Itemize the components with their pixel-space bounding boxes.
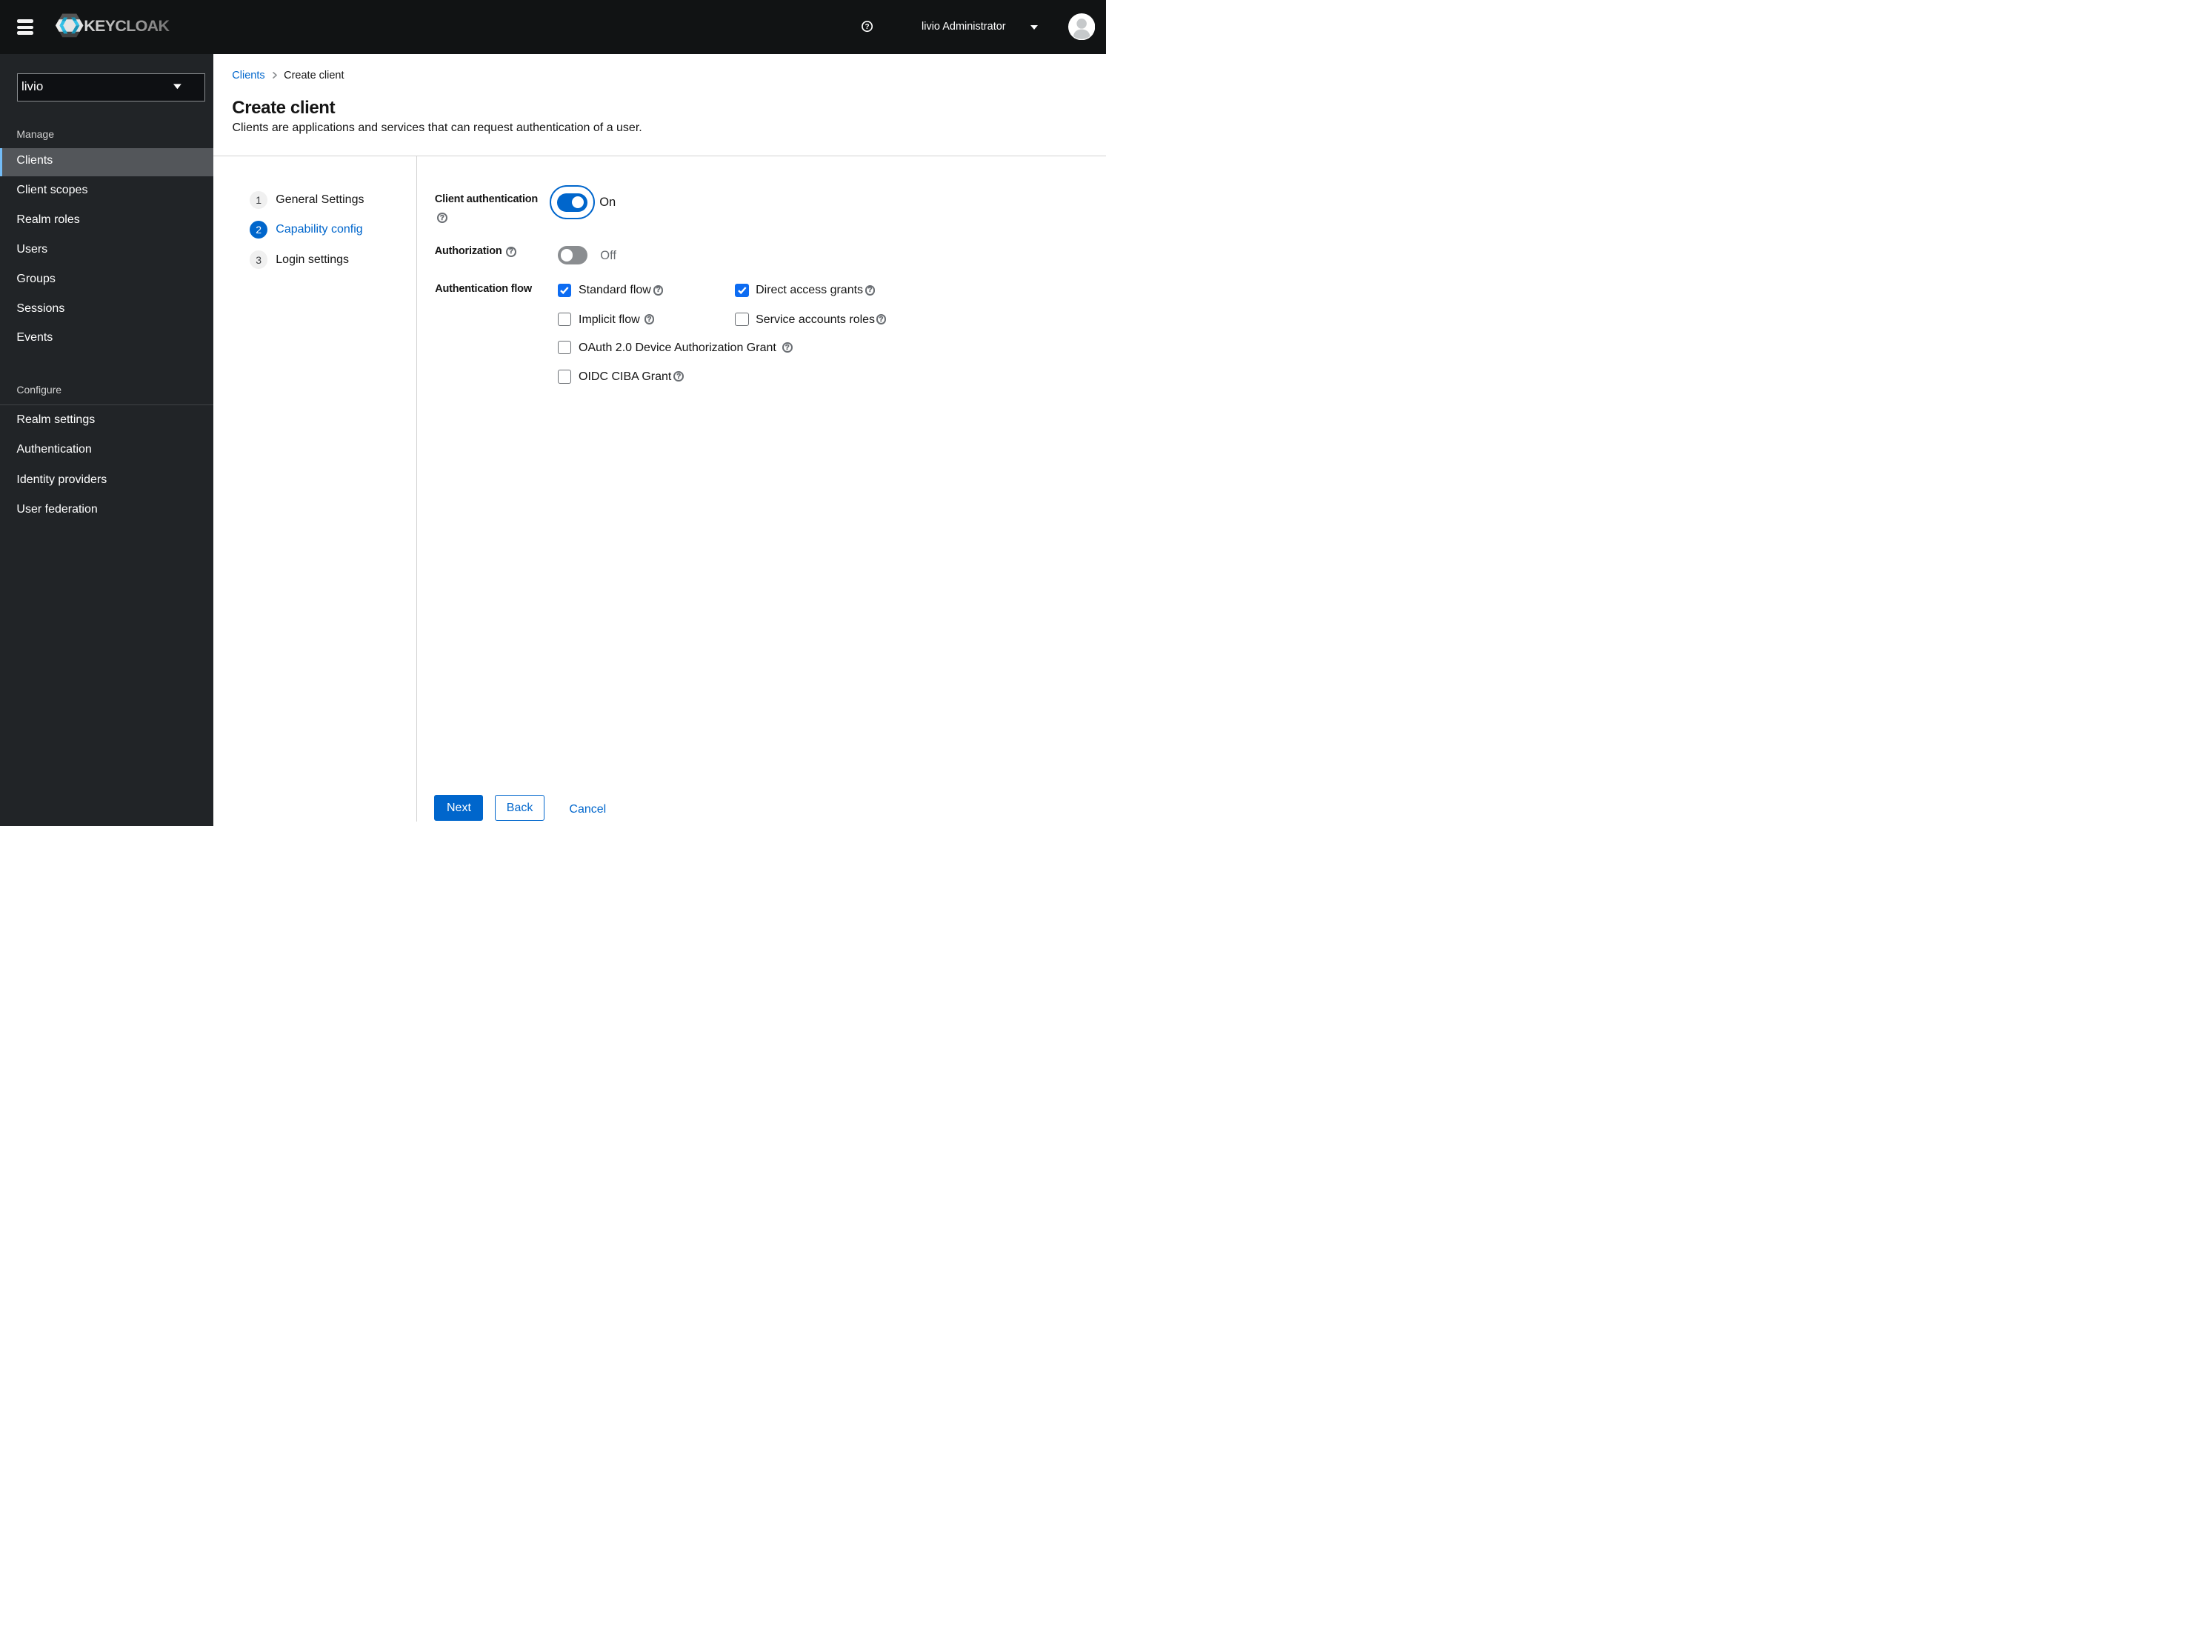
svg-text:KEYCLOAK: KEYCLOAK [84, 17, 170, 35]
svg-text:?: ? [865, 23, 870, 31]
